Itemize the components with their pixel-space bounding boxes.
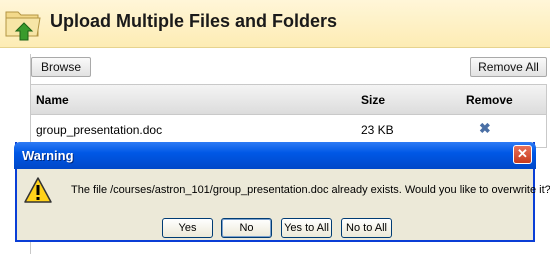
- dialog-titlebar[interactable]: Warning ✕: [14, 142, 536, 169]
- file-name: group_presentation.doc: [36, 123, 163, 137]
- page-header: Upload Multiple Files and Folders: [0, 0, 550, 48]
- dialog-message: The file /courses/astron_101/group_prese…: [71, 184, 550, 196]
- page-title: Upload Multiple Files and Folders: [50, 11, 338, 31]
- file-table: Name Size Remove group_presentation.doc …: [30, 84, 547, 148]
- no-button[interactable]: No: [221, 218, 272, 238]
- remove-all-button[interactable]: Remove All: [470, 57, 547, 77]
- column-header-name[interactable]: Name: [36, 93, 69, 107]
- column-header-remove: Remove: [466, 93, 513, 107]
- remove-x-icon[interactable]: ✖: [479, 120, 491, 137]
- yes-to-all-button[interactable]: Yes to All: [281, 218, 332, 238]
- no-to-all-button[interactable]: No to All: [341, 218, 392, 238]
- close-x-icon[interactable]: ✕: [513, 145, 532, 164]
- warning-triangle-icon: [24, 177, 52, 203]
- column-header-size[interactable]: Size: [361, 93, 385, 107]
- browse-button[interactable]: Browse: [31, 57, 91, 77]
- yes-button[interactable]: Yes: [162, 218, 213, 238]
- file-size: 23 KB: [361, 123, 394, 137]
- upload-folder-icon: [5, 11, 41, 41]
- dialog-title: Warning: [22, 148, 74, 163]
- table-header: Name Size Remove: [31, 85, 546, 115]
